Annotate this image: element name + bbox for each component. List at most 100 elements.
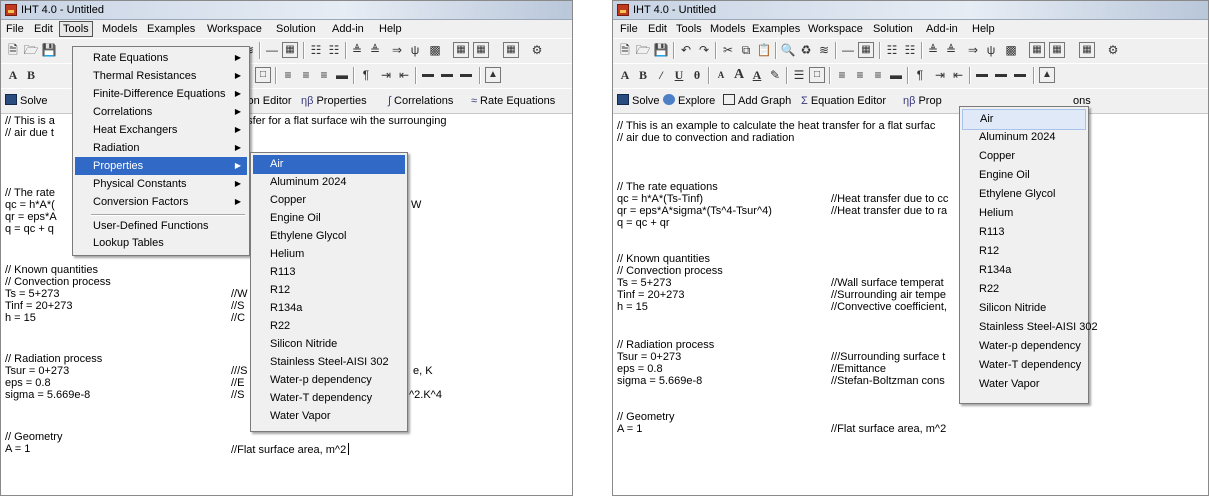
- tools-menu-item[interactable]: Correlations ▶: [75, 103, 247, 121]
- properties-item[interactable]: R22: [253, 317, 405, 336]
- line-thick-icon[interactable]: [460, 74, 472, 77]
- grid-icon[interactable]: ▦: [453, 42, 469, 58]
- font-color-icon[interactable]: A: [749, 67, 765, 83]
- align-left-icon[interactable]: ≡: [280, 67, 296, 83]
- properties-item[interactable]: Stainless Steel-AISI 302: [962, 318, 1098, 337]
- align-icon[interactable]: ☷: [308, 42, 324, 58]
- tools-menu-item[interactable]: Physical Constants ▶: [75, 175, 247, 193]
- split-icon[interactable]: ≜: [367, 42, 383, 58]
- menu-workspace[interactable]: Workspace: [204, 22, 265, 36]
- grid2-icon[interactable]: ▦: [1049, 42, 1065, 58]
- properties-item[interactable]: Silicon Nitride: [253, 335, 405, 354]
- justify-icon[interactable]: ▬: [334, 67, 350, 83]
- line-icon[interactable]: —: [264, 42, 280, 58]
- menu-file[interactable]: File: [617, 22, 641, 36]
- properties-item[interactable]: R113: [253, 263, 405, 282]
- grid3-icon[interactable]: ▦: [503, 42, 519, 58]
- list-icon[interactable]: ☰: [791, 67, 807, 83]
- cut-icon[interactable]: ✂: [720, 42, 736, 58]
- properties-item[interactable]: Stainless Steel-AISI 302: [253, 353, 405, 372]
- split-icon[interactable]: ≜: [943, 42, 959, 58]
- line-medium-icon[interactable]: [441, 74, 453, 77]
- properties-item[interactable]: Water-p dependency: [962, 337, 1086, 356]
- justify-icon[interactable]: ▬: [888, 67, 904, 83]
- font-smaller-icon[interactable]: A: [713, 67, 729, 83]
- font-a-icon[interactable]: A: [617, 67, 633, 83]
- italic-icon[interactable]: /: [653, 67, 669, 83]
- properties-item[interactable]: Ethylene Glycol: [253, 227, 405, 246]
- flow-icon[interactable]: ⇒: [965, 42, 981, 58]
- properties-item[interactable]: Ethylene Glycol: [962, 185, 1086, 204]
- highlight-icon[interactable]: ✎: [767, 67, 783, 83]
- menu-add-in[interactable]: Add-in: [923, 22, 961, 36]
- open-folder-icon[interactable]: 🗁: [23, 42, 39, 58]
- menu-file[interactable]: File: [3, 22, 27, 36]
- chart-icon[interactable]: ▩: [427, 42, 443, 58]
- new-file-icon[interactable]: 🗎: [5, 42, 21, 58]
- save-icon[interactable]: 💾: [653, 42, 669, 58]
- align-right-icon[interactable]: ≡: [316, 67, 332, 83]
- properties-item[interactable]: Helium: [962, 204, 1086, 223]
- properties-item-air[interactable]: Air: [962, 109, 1086, 130]
- menu-examples[interactable]: Examples: [749, 22, 803, 36]
- properties-item[interactable]: Helium: [253, 245, 405, 264]
- tools-menu-item[interactable]: Radiation ▶: [75, 139, 247, 157]
- table-icon[interactable]: ▦: [858, 42, 874, 58]
- open-folder-icon[interactable]: 🗁: [635, 42, 651, 58]
- bold-icon[interactable]: B: [23, 67, 39, 83]
- color-icon[interactable]: ▲: [485, 67, 501, 83]
- outdent-icon[interactable]: ⇤: [396, 67, 412, 83]
- new-file-icon[interactable]: 🗎: [617, 42, 633, 58]
- properties-item[interactable]: Water-T dependency: [253, 389, 405, 408]
- paste-icon[interactable]: 📋: [756, 42, 772, 58]
- properties-item[interactable]: Water Vapor: [962, 375, 1086, 394]
- redo-icon[interactable]: ↷: [696, 42, 712, 58]
- properties-item-air[interactable]: Air: [253, 155, 405, 174]
- properties-item[interactable]: Copper: [962, 147, 1086, 166]
- strikethrough-icon[interactable]: θ: [689, 67, 705, 83]
- fork-icon[interactable]: ψ: [407, 42, 423, 58]
- menu-edit[interactable]: Edit: [31, 22, 56, 36]
- explore-button[interactable]: Explore: [663, 93, 715, 109]
- properties-item[interactable]: Aluminum 2024: [962, 128, 1086, 147]
- title-bar[interactable]: IHT 4.0 - Untitled: [613, 1, 1208, 20]
- format-icon[interactable]: □: [255, 67, 271, 83]
- explore-tool-icon[interactable]: ≋: [816, 42, 832, 58]
- settings-icon[interactable]: ⚙: [1105, 42, 1121, 58]
- align2-icon[interactable]: ☷: [902, 42, 918, 58]
- find-icon[interactable]: 🔍: [780, 42, 796, 58]
- flow-icon[interactable]: ⇒: [389, 42, 405, 58]
- grid-icon[interactable]: ▦: [1029, 42, 1045, 58]
- chart-icon[interactable]: ▩: [1003, 42, 1019, 58]
- equation-editor[interactable]: // This is a nsfer for a flat surface wi…: [5, 115, 446, 475]
- indent-icon[interactable]: ⇥: [378, 67, 394, 83]
- rate-equations-button[interactable]: ≈ Rate Equations: [471, 93, 555, 109]
- grid2-icon[interactable]: ▦: [473, 42, 489, 58]
- line-icon[interactable]: —: [840, 42, 856, 58]
- tools-menu-item[interactable]: Thermal Resistances ▶: [75, 67, 247, 85]
- merge-icon[interactable]: ≜: [349, 42, 365, 58]
- properties-item[interactable]: Water-p dependency: [253, 371, 405, 390]
- fork-icon[interactable]: ψ: [983, 42, 999, 58]
- line-medium-icon[interactable]: [995, 74, 1007, 77]
- menu-tools[interactable]: Tools: [59, 21, 93, 37]
- title-bar[interactable]: IHT 4.0 - Untitled: [1, 1, 572, 20]
- menu-workspace[interactable]: Workspace: [805, 22, 866, 36]
- color-icon[interactable]: ▲: [1039, 67, 1055, 83]
- menu-models[interactable]: Models: [707, 22, 748, 36]
- correlations-button[interactable]: ∫ Correlations: [388, 93, 453, 109]
- menu-models[interactable]: Models: [99, 22, 140, 36]
- menu-help[interactable]: Help: [376, 22, 405, 36]
- merge-icon[interactable]: ≜: [925, 42, 941, 58]
- solve-button[interactable]: Solve: [5, 93, 48, 109]
- tools-menu-item[interactable]: Conversion Factors ▶: [75, 193, 247, 211]
- outdent-icon[interactable]: ⇤: [950, 67, 966, 83]
- undo-icon[interactable]: ↶: [678, 42, 694, 58]
- font-a-icon[interactable]: A: [5, 67, 21, 83]
- align-center-icon[interactable]: ≡: [852, 67, 868, 83]
- paragraph-icon[interactable]: ¶: [912, 67, 928, 83]
- properties-item[interactable]: R22: [962, 280, 1086, 299]
- properties-button[interactable]: ηβ Properties: [301, 93, 367, 109]
- tools-menu-item-properties[interactable]: Properties ▶: [75, 157, 247, 175]
- underline-icon[interactable]: U: [671, 67, 687, 83]
